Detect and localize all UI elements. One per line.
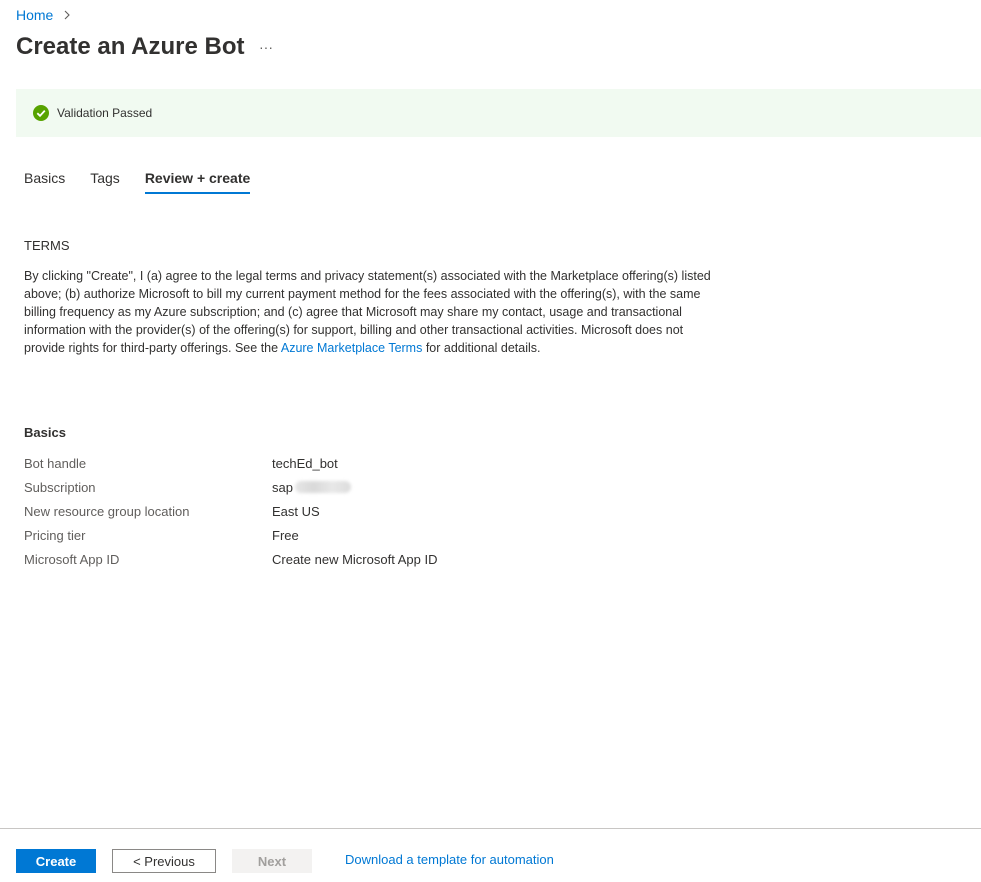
validation-text: Validation Passed <box>57 106 153 120</box>
previous-button[interactable]: < Previous <box>112 849 216 873</box>
detail-value: East US <box>272 503 320 519</box>
create-button[interactable]: Create <box>16 849 96 873</box>
tab-tags[interactable]: Tags <box>82 166 128 194</box>
detail-value-wrap: sap <box>272 480 351 495</box>
detail-row-location: New resource group location East US <box>24 499 724 523</box>
more-options-button[interactable]: ··· <box>256 36 276 58</box>
detail-row-app-id: Microsoft App ID Create new Microsoft Ap… <box>24 547 724 571</box>
detail-value: sap <box>272 479 293 495</box>
detail-value: Create new Microsoft App ID <box>272 551 438 567</box>
detail-value: Free <box>272 527 299 543</box>
marketplace-terms-link[interactable]: Azure Marketplace Terms <box>281 341 423 355</box>
detail-row-pricing-tier: Pricing tier Free <box>24 523 724 547</box>
next-button[interactable]: Next <box>232 849 312 873</box>
detail-label: Subscription <box>24 479 96 495</box>
terms-heading: TERMS <box>24 238 70 253</box>
download-template-link[interactable]: Download a template for automation <box>345 852 554 867</box>
detail-value: techEd_bot <box>272 455 338 471</box>
detail-row-subscription: Subscription sap <box>24 475 724 499</box>
detail-label: Pricing tier <box>24 527 86 543</box>
detail-label: Bot handle <box>24 455 87 471</box>
basics-section-heading: Basics <box>24 425 66 440</box>
footer-divider <box>0 828 981 829</box>
tab-review-create[interactable]: Review + create <box>137 166 258 194</box>
terms-text: By clicking "Create", I (a) agree to the… <box>24 267 714 357</box>
tab-basics[interactable]: Basics <box>16 166 73 194</box>
breadcrumb-home-link[interactable]: Home <box>16 7 53 23</box>
detail-label: New resource group location <box>24 503 190 519</box>
chevron-right-icon <box>64 10 71 20</box>
detail-label: Microsoft App ID <box>24 551 120 567</box>
detail-row-bot-handle: Bot handle techEd_bot <box>24 451 724 475</box>
terms-body-text-end: for additional details. <box>422 341 541 355</box>
breadcrumb: Home <box>16 7 73 23</box>
validation-banner: Validation Passed <box>16 89 981 137</box>
tab-bar: Basics Tags Review + create <box>16 166 267 196</box>
page-title: Create an Azure Bot <box>16 33 245 60</box>
redacted-text <box>294 481 351 493</box>
check-circle-icon <box>33 105 49 121</box>
